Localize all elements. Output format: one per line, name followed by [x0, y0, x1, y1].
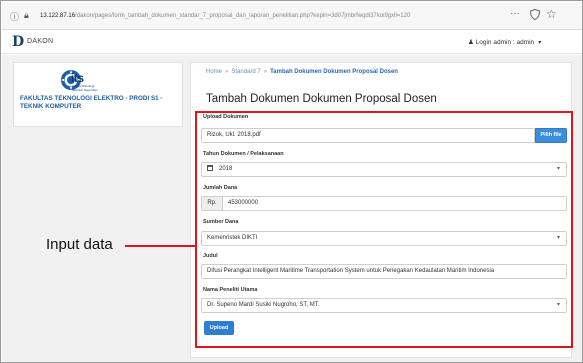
page-title: Tambah Dokumen Dokumen Proposal Dosen: [206, 93, 437, 105]
page-actions-menu-icon[interactable]: ···: [510, 8, 520, 19]
its-subtitle: Institut Teknologi Sepuluh Nopember: [72, 84, 98, 92]
sidebar-institution-card: its Institut Teknologi Sepuluh Nopember …: [13, 62, 183, 127]
app-name[interactable]: DAKON: [27, 38, 53, 45]
breadcrumb-current: Tambah Dokumen Dokumen Proposal Dosen: [270, 69, 398, 75]
its-logo-text: its: [71, 71, 84, 85]
url-field[interactable]: 13.122.87.16/dakon/pages/form_tambah_dok…: [40, 10, 502, 22]
breadcrumb-standard[interactable]: Standard 7: [231, 69, 260, 75]
app-logo[interactable]: D: [12, 34, 24, 50]
url-host: 13.122.87.16: [40, 13, 76, 19]
app-header: D DAKON ♟︎ Login admin : admin ▾: [2, 30, 582, 54]
chevron-down-icon: ▾: [538, 40, 542, 46]
breadcrumb-home[interactable]: Home: [206, 69, 222, 75]
breadcrumb-separator: »: [225, 69, 229, 75]
lock-icon: 🔒︎: [24, 10, 29, 20]
browser-address-bar: ⓘ 🔒︎ 13.122.87.16/dakon/pages/form_tamba…: [2, 2, 582, 30]
breadcrumb: Home» Standard 7» Tambah Dokumen Dokumen P…: [206, 69, 398, 75]
info-icon[interactable]: ⓘ: [10, 10, 19, 23]
callout-label: Input data: [46, 236, 113, 253]
breadcrumb-separator: »: [263, 69, 268, 75]
input-data-highlight-box: [195, 111, 573, 348]
shield-icon[interactable]: [530, 9, 540, 20]
faculty-name: FAKULTAS TEKNOLOGI ELEKTRO - PRODI S1 - …: [20, 95, 163, 110]
url-path: /dakon/pages/form_tambah_dokumen_standar…: [75, 13, 411, 19]
login-text: Login admin : admin: [475, 39, 535, 46]
user-menu[interactable]: ♟︎ Login admin : admin ▾: [468, 38, 541, 46]
user-icon: ♟︎: [468, 39, 476, 46]
screenshot-frame: ⓘ 🔒︎ 13.122.87.16/dakon/pages/form_tamba…: [0, 0, 583, 363]
bookmark-star-icon[interactable]: ☆: [546, 7, 557, 21]
callout-arrow-line: [125, 245, 195, 247]
